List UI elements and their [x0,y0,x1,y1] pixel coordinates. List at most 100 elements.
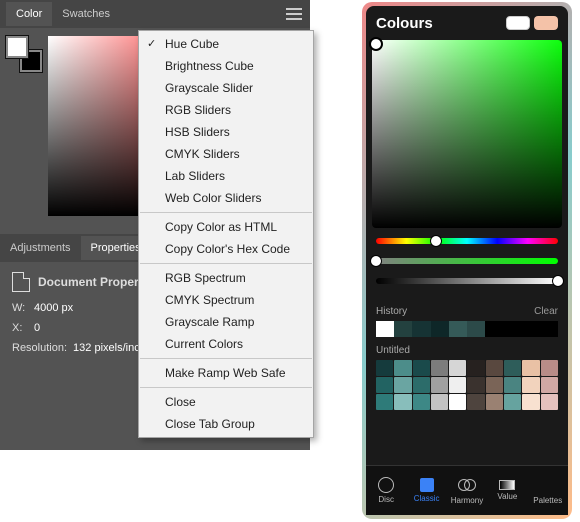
mode-value[interactable]: Value [488,480,526,501]
palette-swatch[interactable] [413,394,430,410]
palette-swatch[interactable] [449,394,466,410]
tab-color[interactable]: Color [6,2,52,26]
menu-item-grayscale-slider[interactable]: Grayscale Slider [139,77,313,99]
menu-item-copy-color-as-html[interactable]: Copy Color as HTML [139,216,313,238]
colours-header: Colours [366,6,568,40]
history-swatch[interactable] [522,321,540,337]
palette-swatch[interactable] [486,394,503,410]
palette-swatch[interactable] [504,394,521,410]
check-icon: ✓ [147,37,156,50]
menu-item-brightness-cube[interactable]: Brightness Cube [139,55,313,77]
panel-menu-icon[interactable] [286,8,302,20]
classic-colour-field[interactable] [372,40,562,228]
x-value[interactable]: 0 [34,322,40,334]
palette-swatch[interactable] [431,360,448,376]
menu-item-rgb-sliders[interactable]: RGB Sliders [139,99,313,121]
colour-picker-dot[interactable] [369,37,383,51]
palette-swatch[interactable] [394,360,411,376]
palette-swatch[interactable] [376,377,393,393]
menu-separator [140,358,312,359]
palette-swatch[interactable] [541,377,558,393]
palette-swatch[interactable] [467,360,484,376]
palette-swatch[interactable] [467,394,484,410]
menu-item-close[interactable]: Close [139,391,313,413]
palette-swatch[interactable] [394,394,411,410]
menu-item-rgb-spectrum[interactable]: RGB Spectrum [139,267,313,289]
palette-swatch[interactable] [486,377,503,393]
mode-disc[interactable]: Disc [367,477,405,504]
palette-swatch[interactable] [413,377,430,393]
palette-swatch[interactable] [504,377,521,393]
menu-item-grayscale-ramp[interactable]: Grayscale Ramp [139,311,313,333]
palette-swatch[interactable] [413,360,430,376]
brightness-slider[interactable] [376,278,558,284]
menu-item-cmyk-sliders[interactable]: CMYK Sliders [139,143,313,165]
menu-item-hue-cube[interactable]: Hue Cube✓ [139,33,313,55]
saturation-slider-thumb[interactable] [370,255,382,267]
foreground-background-swatches[interactable] [6,36,42,72]
menu-separator [140,263,312,264]
history-row [376,321,558,337]
palette-swatch[interactable] [522,377,539,393]
history-swatch[interactable] [540,321,558,337]
history-swatch[interactable] [376,321,394,337]
palette-swatch[interactable] [541,360,558,376]
menu-item-web-color-sliders[interactable]: Web Color Sliders [139,187,313,209]
history-swatch[interactable] [412,321,430,337]
colours-title: Colours [376,15,502,32]
hue-slider[interactable] [376,238,558,244]
menu-item-close-tab-group[interactable]: Close Tab Group [139,413,313,435]
menu-item-lab-sliders[interactable]: Lab Sliders [139,165,313,187]
mode-classic[interactable]: Classic [408,478,446,503]
palette-swatch[interactable] [394,377,411,393]
palette-grid [376,360,558,410]
menu-item-hsb-sliders[interactable]: HSB Sliders [139,121,313,143]
hue-slider-thumb[interactable] [430,235,442,247]
palette-swatch[interactable] [467,377,484,393]
history-swatch[interactable] [503,321,521,337]
palette-swatch[interactable] [376,360,393,376]
palette-swatch[interactable] [522,394,539,410]
history-swatch[interactable] [431,321,449,337]
colour-mode-bar: Disc Classic Harmony Value Palettes [366,465,568,515]
document-icon [12,272,30,292]
classic-colour-field-wrap [372,40,562,228]
palette-swatch[interactable] [449,377,466,393]
saturation-slider[interactable] [376,258,558,264]
history-swatch[interactable] [467,321,485,337]
history-label: History [376,306,407,317]
palette-swatch[interactable] [541,394,558,410]
menu-separator [140,212,312,213]
menu-separator [140,387,312,388]
foreground-swatch[interactable] [6,36,28,58]
menu-item-current-colors[interactable]: Current Colors [139,333,313,355]
history-swatch[interactable] [449,321,467,337]
palette-swatch[interactable] [449,360,466,376]
menu-item-cmyk-spectrum[interactable]: CMYK Spectrum [139,289,313,311]
palette-swatch[interactable] [504,360,521,376]
tab-adjustments[interactable]: Adjustments [0,236,81,260]
secondary-colour-chip[interactable] [534,16,558,30]
procreate-colours-panel: Colours History Clear Untitled [366,6,568,515]
history-swatch[interactable] [394,321,412,337]
photoshop-color-panel: Color Swatches Adjustments Properties Do… [0,0,310,450]
palette-swatch[interactable] [486,360,503,376]
menu-item-make-ramp-web-safe[interactable]: Make Ramp Web Safe [139,362,313,384]
mode-palettes[interactable]: Palettes [529,476,567,505]
tab-swatches[interactable]: Swatches [52,2,120,26]
palette-swatch[interactable] [522,360,539,376]
x-label: X: [12,322,28,334]
mode-harmony[interactable]: Harmony [448,476,486,505]
primary-colour-chip[interactable] [506,16,530,30]
palette-swatch[interactable] [431,394,448,410]
history-swatch[interactable] [485,321,503,337]
palette-swatch[interactable] [431,377,448,393]
menu-item-copy-color-s-hex-code[interactable]: Copy Color's Hex Code [139,238,313,260]
palette-swatch[interactable] [376,394,393,410]
brightness-slider-thumb[interactable] [552,275,564,287]
color-panel-flyout-menu: Hue Cube✓Brightness CubeGrayscale Slider… [138,30,314,438]
history-clear-button[interactable]: Clear [534,306,558,317]
resolution-value[interactable]: 132 pixels/inch [73,342,146,354]
width-value[interactable]: 4000 px [34,302,73,314]
photoshop-tab-bar: Color Swatches [0,0,310,28]
